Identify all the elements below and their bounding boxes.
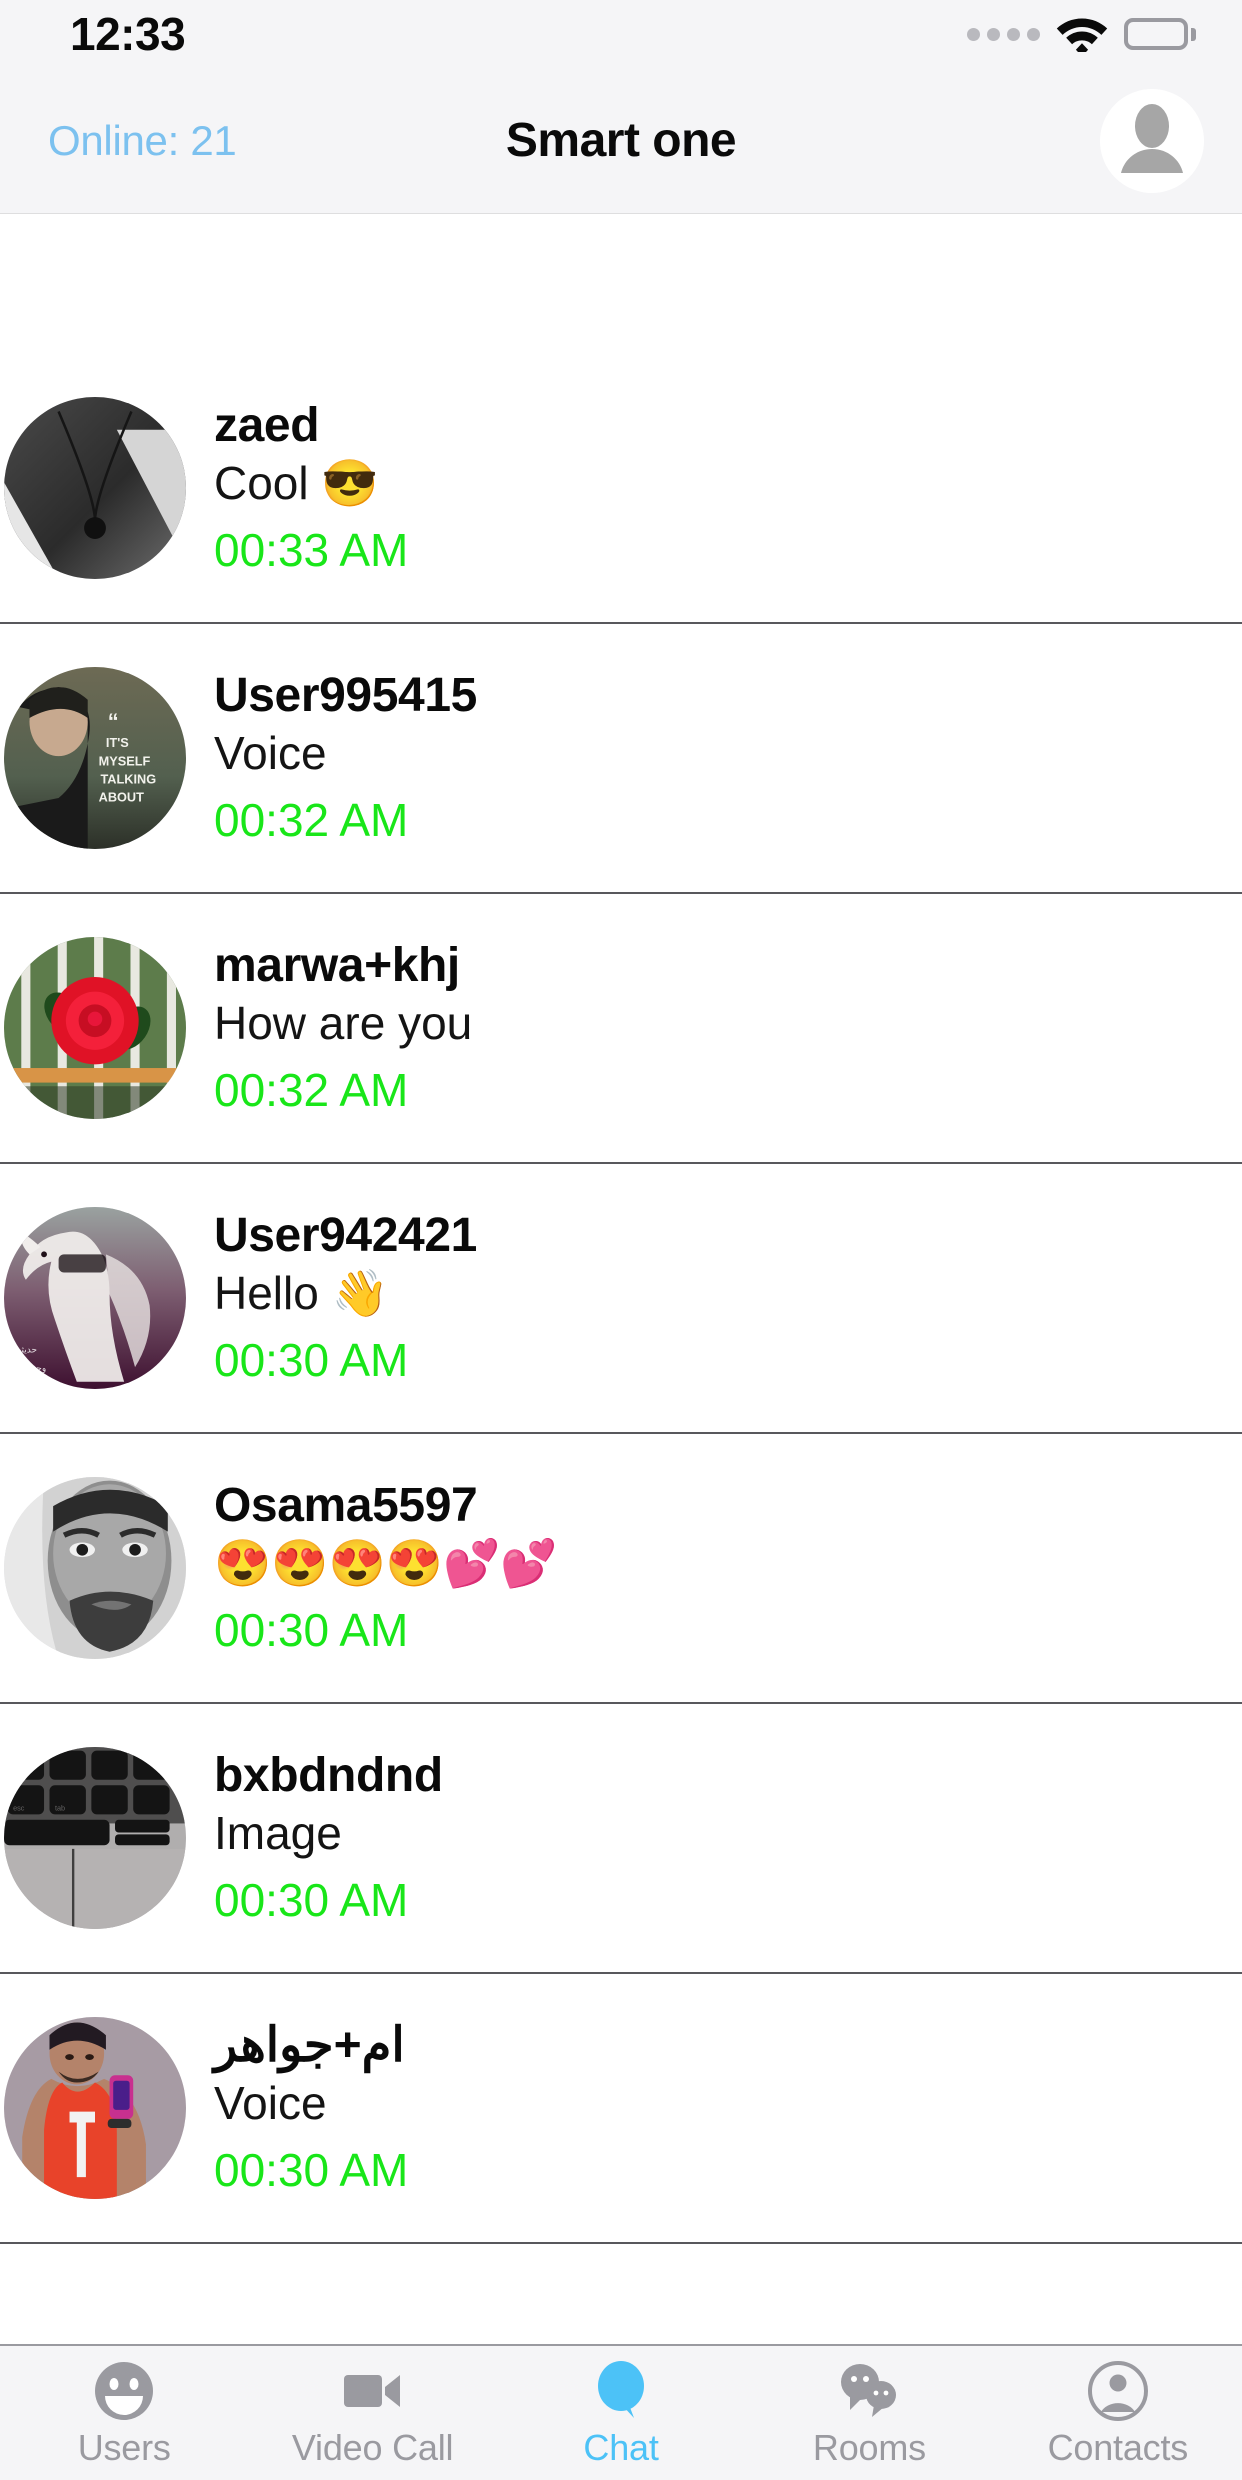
chat-row-osama5597[interactable]: Osama5597 😍😍😍😍💕💕 00:30 AM — [0, 1434, 1242, 1704]
smiley-face-icon — [93, 2360, 155, 2422]
chat-row-user942421[interactable]: حديثهم وحقيقتهم User942421 Hello 👋 00:30… — [0, 1164, 1242, 1434]
svg-text:TALKING: TALKING — [100, 771, 156, 786]
chat-row-message: How are you — [214, 997, 473, 1050]
tab-chat[interactable]: Chat — [497, 2346, 745, 2480]
chat-row-text: User942421 Hello 👋 00:30 AM — [214, 1208, 1242, 1389]
avatar-photo-man-quote[interactable]: IT'S MYSELF TALKING ABOUT “ — [4, 667, 186, 849]
chat-row-time: 00:32 AM — [214, 1064, 409, 1117]
svg-text:حديثهم: حديثهم — [11, 1345, 37, 1356]
chat-row-name: User942421 — [214, 1208, 477, 1262]
avatar-photo-man-red-tank[interactable] — [4, 2017, 186, 2199]
chat-row-text: bxbdndnd Image 00:30 AM — [214, 1748, 1242, 1929]
battery-full-icon — [1124, 18, 1196, 50]
profile-avatar-button[interactable] — [1100, 88, 1204, 193]
svg-text:MYSELF: MYSELF — [99, 753, 151, 768]
chat-row-message: 😍😍😍😍💕💕 — [214, 1537, 558, 1590]
tab-users[interactable]: Users — [0, 2346, 248, 2480]
chat-row-name: bxbdndnd — [214, 1748, 443, 1802]
chat-row-time: 00:33 AM — [214, 524, 409, 577]
avatar-photo-necklace-bw[interactable] — [4, 397, 186, 579]
chat-row-name: User995415 — [214, 668, 477, 722]
status-bar-time: 12:33 — [70, 8, 186, 60]
chat-row-message: Hello 👋 — [214, 1267, 389, 1320]
svg-text:وحقيقتهم: وحقيقتهم — [11, 1363, 46, 1374]
signal-dots-icon — [967, 27, 1040, 41]
chat-row-bxbdndnd[interactable]: esc tab bxbdndnd Image 00:30 AM — [0, 1704, 1242, 1974]
avatar-photo-man-bw-face[interactable] — [4, 1477, 186, 1659]
status-bar: 12:33 — [0, 0, 1242, 68]
tab-label: Users — [77, 2427, 171, 2468]
avatar-photo-white-horse[interactable]: حديثهم وحقيقتهم — [4, 1207, 186, 1389]
chat-row-time: 00:30 AM — [214, 2144, 409, 2197]
tab-label: Contacts — [1047, 2427, 1189, 2468]
chat-row-time: 00:30 AM — [214, 1874, 409, 1927]
chat-list[interactable]: zaed Cool 😎 00:33 AM IT'S MYSELF TALKING AB… — [0, 214, 1242, 2344]
bottom-tab-bar: Users Video Call Chat Rooms Contacts — [0, 2344, 1242, 2480]
svg-text:“: “ — [108, 709, 119, 734]
chat-row-time: 00:30 AM — [214, 1334, 409, 1387]
avatar-photo-red-rose[interactable] — [4, 937, 186, 1119]
chat-row-text: Osama5597 😍😍😍😍💕💕 00:30 AM — [214, 1478, 1242, 1659]
app-screen: 12:33 Online: 21 Smart one zaed Cool 😎 0… — [0, 0, 1242, 2480]
tab-video-call[interactable]: Video Call — [248, 2346, 496, 2480]
online-count-label[interactable]: Online: 21 — [48, 117, 237, 165]
app-header: Online: 21 Smart one — [0, 68, 1242, 214]
video-camera-icon — [342, 2360, 404, 2422]
chat-row-zaed[interactable]: zaed Cool 😎 00:33 AM — [0, 354, 1242, 624]
chat-row-time: 00:30 AM — [214, 1604, 409, 1657]
chat-row-marwa-khj[interactable]: marwa+khj How are you 00:32 AM — [0, 894, 1242, 1164]
speech-bubble-icon — [592, 2360, 650, 2422]
chat-row-name: marwa+khj — [214, 938, 460, 992]
default-user-avatar — [1100, 88, 1204, 193]
chat-row-time: 00:32 AM — [214, 794, 409, 847]
chat-row-text: User995415 Voice 00:32 AM — [214, 668, 1242, 849]
status-bar-indicators — [967, 12, 1196, 57]
chat-row-name: ام+جواهر — [214, 2018, 405, 2072]
person-circle-icon — [1087, 2360, 1149, 2422]
chat-row-text: ام+جواهر Voice 00:30 AM — [214, 2018, 1242, 2199]
svg-text:ABOUT: ABOUT — [99, 790, 144, 805]
chat-row-message: Voice — [214, 727, 327, 780]
chat-row-user995415[interactable]: IT'S MYSELF TALKING ABOUT “ User995415 Voic… — [0, 624, 1242, 894]
tab-rooms[interactable]: Rooms — [745, 2346, 993, 2480]
tab-label: Video Call — [291, 2427, 454, 2468]
tab-label: Rooms — [812, 2427, 926, 2468]
svg-text:tab: tab — [55, 1804, 65, 1813]
tab-contacts[interactable]: Contacts — [994, 2346, 1242, 2480]
wifi-icon — [1056, 12, 1108, 57]
svg-text:esc: esc — [13, 1804, 25, 1813]
chat-row-name: Osama5597 — [214, 1478, 478, 1532]
chat-row-message: Cool 😎 — [214, 457, 379, 510]
avatar-photo-laptop-keyboard[interactable]: esc tab — [4, 1747, 186, 1929]
chat-row-text: marwa+khj How are you 00:32 AM — [214, 938, 1242, 1119]
chat-row-text: zaed Cool 😎 00:33 AM — [214, 398, 1242, 579]
svg-text:IT'S: IT'S — [106, 735, 129, 750]
chat-row-name: zaed — [214, 398, 320, 452]
chat-row-message: Voice — [214, 2077, 327, 2130]
chat-row-message: Image — [214, 1807, 342, 1860]
two-speech-bubbles-icon — [836, 2360, 902, 2422]
tab-label: Chat — [583, 2427, 659, 2468]
chat-row-om-jawaher[interactable]: ام+جواهر Voice 00:30 AM — [0, 1974, 1242, 2244]
